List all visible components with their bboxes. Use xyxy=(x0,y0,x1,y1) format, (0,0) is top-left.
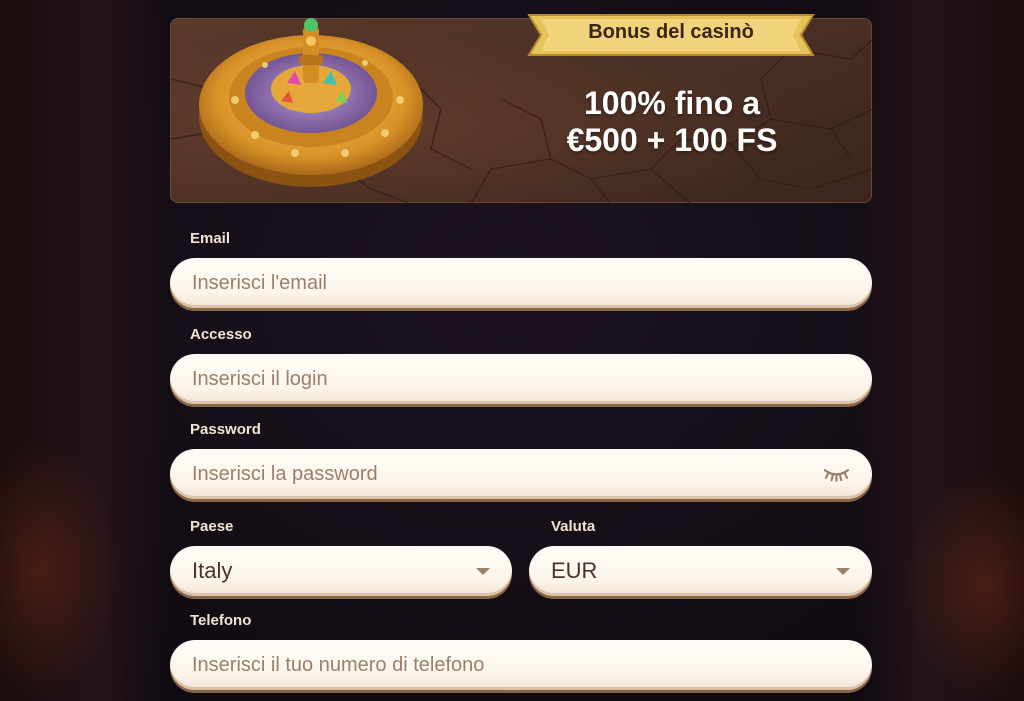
currency-selected-value: EUR xyxy=(551,558,598,583)
banner-ribbon-label: Bonus del casinò xyxy=(588,21,754,43)
password-label: Password xyxy=(190,421,261,438)
chevron-down-icon xyxy=(476,567,490,575)
phone-field[interactable] xyxy=(170,640,872,690)
password-field[interactable] xyxy=(170,449,872,499)
phone-input[interactable] xyxy=(192,653,850,677)
bonus-offer-line-1: 100% fino a xyxy=(583,85,761,121)
bonus-offer-line-2: €500 + 100 FS xyxy=(566,122,778,158)
golden-roulette-wheel-illustration xyxy=(199,18,423,187)
background-glow-left xyxy=(0,440,120,700)
password-input[interactable] xyxy=(192,462,824,486)
country-select[interactable]: Italy xyxy=(170,546,512,596)
login-field[interactable] xyxy=(170,354,872,404)
email-input[interactable] xyxy=(192,271,850,295)
casino-bonus-banner[interactable]: Bonus del casinò 100% fino a €500 + 100 … xyxy=(170,14,873,204)
country-selected-value: Italy xyxy=(192,558,233,583)
login-label: Accesso xyxy=(190,326,252,343)
email-label: Email xyxy=(190,230,231,247)
currency-label: Valuta xyxy=(551,518,596,535)
email-field[interactable] xyxy=(170,258,872,308)
bonus-offer-text: 100% fino a €500 + 100 FS xyxy=(511,85,833,159)
background-glow-right xyxy=(904,470,1024,700)
chevron-down-icon xyxy=(836,567,850,575)
login-input[interactable] xyxy=(192,367,850,391)
eye-closed-icon[interactable] xyxy=(823,465,850,483)
phone-label: Telefono xyxy=(190,612,252,629)
currency-select[interactable]: EUR xyxy=(529,546,872,596)
country-label: Paese xyxy=(190,518,234,535)
